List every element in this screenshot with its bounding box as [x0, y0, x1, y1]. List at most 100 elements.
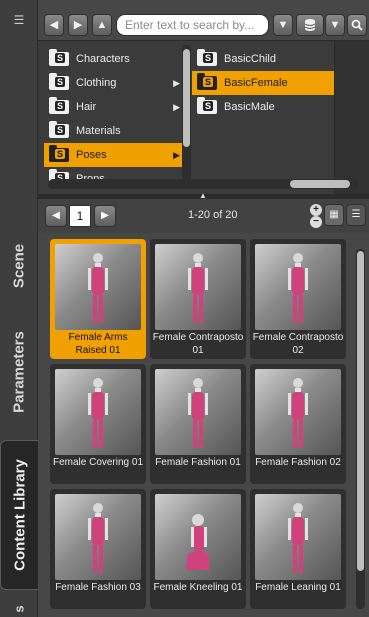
- panel-menu-icon[interactable]: ☰: [9, 11, 29, 29]
- figure-icon: [88, 253, 108, 323]
- up-arrow-icon: ▲: [96, 19, 108, 31]
- subcategory-label: BasicFemale: [224, 77, 288, 89]
- pose-thumbnail: [155, 369, 241, 455]
- tab-content-library[interactable]: Content Library: [0, 440, 38, 590]
- zoom-in-icon[interactable]: +: [310, 204, 322, 216]
- category-item[interactable]: Characters: [44, 47, 184, 71]
- pose-tile[interactable]: Female Contraposto 01: [150, 239, 246, 359]
- chevron-down-icon: ▼: [329, 19, 341, 31]
- pose-thumbnail: [155, 244, 241, 330]
- category-item[interactable]: Materials: [44, 119, 184, 143]
- pose-tile[interactable]: Female Kneeling 01: [150, 489, 246, 609]
- pose-thumbnail: [255, 494, 341, 580]
- pose-tile[interactable]: Female Fashion 01: [150, 364, 246, 484]
- expand-arrow-icon: ▶: [173, 150, 180, 160]
- category-item[interactable]: Clothing ▶: [44, 71, 184, 95]
- pose-tile-label: Female Fashion 01: [155, 457, 241, 468]
- pose-thumbnail: [155, 494, 241, 580]
- subcategory-label: BasicMale: [224, 101, 275, 113]
- figure-icon: [288, 503, 308, 573]
- category-browser: Characters Clothing ▶ Hair ▶ Materials Pos…: [38, 40, 369, 195]
- tab-scene-label: Scene: [10, 243, 28, 289]
- side-tab-strip: ☰ Scene Parameters Content Library s: [0, 0, 38, 617]
- up-button[interactable]: ▲: [92, 14, 112, 36]
- zoom-out-icon[interactable]: −: [310, 216, 322, 228]
- search-history-button[interactable]: ▼: [273, 14, 293, 36]
- search-icon: [351, 19, 363, 31]
- pose-tile-label: Female Covering 01: [52, 457, 144, 468]
- category-scrollbar[interactable]: [182, 45, 191, 183]
- category-item[interactable]: Hair ▶: [44, 95, 184, 119]
- scroll-thumb[interactable]: [290, 180, 350, 188]
- next-page-button[interactable]: ▶: [94, 205, 116, 227]
- content-library-pane: ☰ Scene Parameters Content Library s ◀ ▶…: [0, 0, 369, 617]
- tab-partial-label: s: [11, 604, 27, 613]
- expand-arrow-icon: ▶: [173, 102, 180, 112]
- smart-folder-icon: [197, 97, 217, 114]
- pose-tile-label: Female Leaning 01: [255, 582, 341, 593]
- figure-icon: [88, 378, 108, 448]
- subcategory-label: BasicChild: [224, 53, 276, 65]
- grid-icon: ▦: [329, 209, 339, 220]
- pose-tile[interactable]: Female Arms Raised 01: [50, 239, 146, 359]
- smart-folder-icon: [197, 73, 217, 90]
- horizontal-scrollbar[interactable]: [48, 179, 358, 189]
- category-label: Hair: [76, 101, 97, 113]
- smart-folder-icon: [49, 121, 69, 138]
- next-arrow-icon: ▶: [101, 210, 109, 221]
- content-grid: Female Arms Raised 01 Female Contraposto …: [38, 233, 369, 617]
- grid-scrollbar[interactable]: [356, 249, 365, 609]
- database-icon: [304, 19, 316, 31]
- grid-view-button[interactable]: ▦: [324, 204, 344, 226]
- search-input[interactable]: [116, 14, 269, 36]
- category-label: Poses: [76, 149, 107, 161]
- category-label: Clothing: [76, 77, 117, 89]
- smart-folder-icon: [49, 73, 69, 90]
- tab-parameters-label: Parameters: [10, 331, 28, 413]
- tab-partial[interactable]: s: [0, 600, 38, 617]
- back-button[interactable]: ◀: [44, 14, 64, 36]
- pose-tile-label: Female Kneeling 01: [153, 582, 243, 593]
- chevron-down-icon: ▼: [277, 19, 289, 31]
- database-options-button[interactable]: ▼: [325, 14, 345, 36]
- pose-tile[interactable]: Female Leaning 01: [250, 489, 346, 609]
- database-button[interactable]: [296, 14, 324, 36]
- figure-icon: [288, 253, 308, 323]
- category-label: Materials: [76, 125, 121, 137]
- category-label: Characters: [76, 53, 130, 65]
- tab-scene[interactable]: Scene: [0, 238, 38, 294]
- subcategory-list: BasicChild BasicFemale BasicMale: [192, 47, 336, 119]
- tab-parameters[interactable]: Parameters: [0, 316, 38, 428]
- pose-tile-label: Female Fashion 03: [55, 582, 141, 593]
- browser-toolbar: ◀ ▶ ▲ ▼ ▼: [38, 12, 369, 40]
- figure-icon: [188, 378, 208, 448]
- forward-button[interactable]: ▶: [68, 14, 88, 36]
- expand-arrow-icon: ▶: [173, 78, 180, 88]
- scroll-thumb[interactable]: [183, 49, 190, 147]
- prev-page-button[interactable]: ◀: [45, 205, 67, 227]
- find-button[interactable]: [347, 14, 367, 36]
- subcategory-item[interactable]: BasicMale: [192, 95, 336, 119]
- subcategory-item[interactable]: BasicChild: [192, 47, 336, 71]
- figure-icon: [288, 378, 308, 448]
- tab-content-library-label: Content Library: [11, 459, 28, 571]
- back-arrow-icon: ◀: [49, 19, 59, 31]
- pose-tile[interactable]: Female Contraposto 02: [250, 239, 346, 359]
- pose-tile-label: Female Fashion 02: [255, 457, 341, 468]
- prev-arrow-icon: ◀: [52, 210, 60, 221]
- pose-tile[interactable]: Female Fashion 03: [50, 489, 146, 609]
- list-view-button[interactable]: ☰: [346, 204, 366, 226]
- figure-icon: [186, 514, 210, 570]
- pose-tile-label: Female Contraposto 01: [152, 332, 244, 356]
- subcategory-item-selected[interactable]: BasicFemale: [192, 71, 336, 95]
- pose-tile[interactable]: Female Fashion 02: [250, 364, 346, 484]
- category-item-selected[interactable]: Poses ▶: [44, 143, 184, 167]
- pose-thumbnail: [255, 369, 341, 455]
- pose-thumbnail: [55, 494, 141, 580]
- empty-column: [334, 41, 369, 195]
- forward-arrow-icon: ▶: [73, 19, 83, 31]
- scroll-thumb[interactable]: [357, 251, 364, 571]
- pose-tile[interactable]: Female Covering 01: [50, 364, 146, 484]
- figure-icon: [88, 503, 108, 573]
- page-number-field[interactable]: 1: [69, 205, 91, 227]
